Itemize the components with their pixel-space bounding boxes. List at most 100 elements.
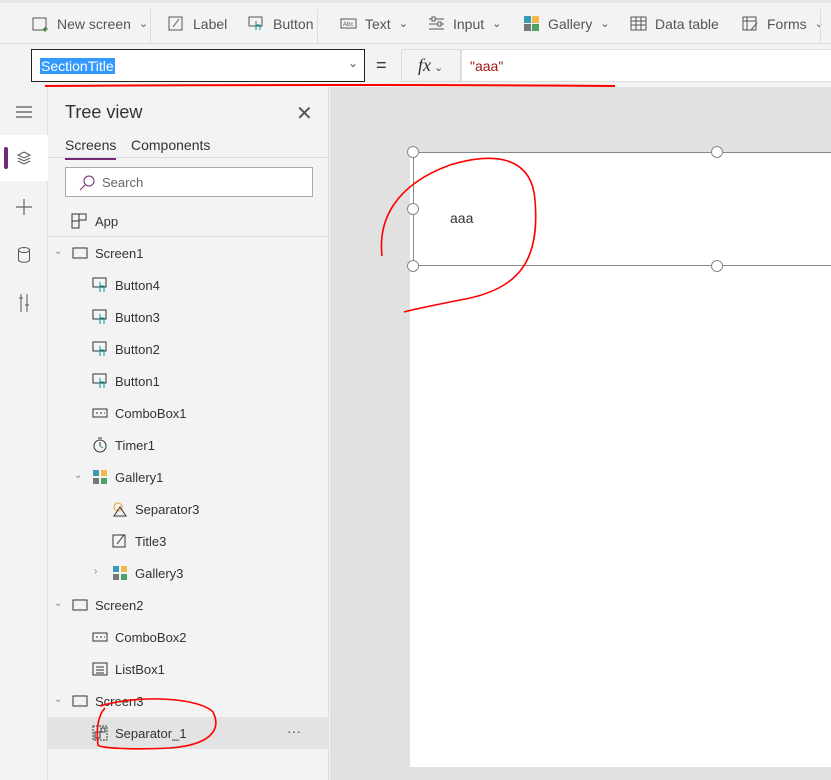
tree-item-timer1[interactable]: Timer1 <box>48 429 329 461</box>
tree-item-label: ListBox1 <box>115 662 165 677</box>
resize-handle[interactable] <box>407 146 419 158</box>
search-input[interactable]: Search <box>65 167 313 197</box>
combobox-icon <box>92 632 108 642</box>
insert-plus-icon[interactable] <box>0 184 48 230</box>
ribbon-label: Forms <box>767 15 807 32</box>
data-cylinder-icon[interactable] <box>0 232 48 278</box>
svg-text:Abc: Abc <box>343 22 353 28</box>
button-icon <box>248 15 265 32</box>
screen-icon <box>72 695 88 707</box>
tree-item-label: Title3 <box>135 534 167 549</box>
button-icon <box>92 277 107 292</box>
tree-item-label: Screen1 <box>95 246 144 261</box>
fx-icon: fx <box>418 55 431 75</box>
tree-item-button1[interactable]: Button1 <box>48 365 329 397</box>
combobox-icon <box>92 408 108 418</box>
fx-button[interactable]: fx ⌄ <box>401 49 461 82</box>
ribbon-data-table-button[interactable]: Data table <box>630 15 719 32</box>
property-value: SectionTitle <box>40 58 115 74</box>
text-icon: Abc <box>340 15 357 32</box>
tree-item-gallery1[interactable]: ⌄ Gallery1 <box>48 461 329 493</box>
chevron-down-icon: ⌄ <box>347 56 358 70</box>
more-options-icon[interactable]: ··· <box>287 723 301 739</box>
ribbon-label: Input <box>453 15 485 32</box>
selected-label-control[interactable] <box>407 146 831 272</box>
chevron-down-icon: ⌄ <box>600 18 610 30</box>
advanced-tools-icon[interactable] <box>0 280 48 326</box>
tree-item-app[interactable]: App <box>48 205 329 237</box>
tree-item-separator_1[interactable]: Separator_1 ··· <box>48 717 329 749</box>
ribbon-new-screen-button[interactable]: New screen ⌄ <box>32 15 148 32</box>
tree-item-label: ComboBox2 <box>115 630 187 645</box>
tree-item-screen1[interactable]: ⌄ Screen1 <box>48 237 329 269</box>
chevron-down-icon[interactable]: ⌄ <box>54 246 62 257</box>
tree-item-label: Button2 <box>115 342 160 357</box>
chevron-down-icon: ⌄ <box>398 18 408 30</box>
ribbon-label: New screen <box>57 15 131 32</box>
ribbon-gallery-button[interactable]: Gallery ⌄ <box>523 15 610 32</box>
ribbon-text-button[interactable]: Abc Text ⌄ <box>340 15 408 32</box>
ribbon-input-button[interactable]: Input ⌄ <box>428 15 501 32</box>
ribbon-toolbar: New screen ⌄ Label Button Abc Text ⌄ Input ⌄ Gall… <box>0 0 831 44</box>
chevron-down-icon[interactable]: ⌄ <box>54 694 62 705</box>
tree-item-label: Separator3 <box>135 502 200 517</box>
gallery-icon <box>93 470 107 484</box>
tree-item-listbox1[interactable]: ListBox1 <box>48 653 329 685</box>
tree-item-button4[interactable]: Button4 <box>48 269 329 301</box>
search-placeholder: Search <box>102 175 144 190</box>
resize-handle[interactable] <box>407 203 419 215</box>
chevron-right-icon[interactable]: › <box>94 566 97 577</box>
new-screen-icon <box>32 15 49 32</box>
close-icon[interactable]: ✕ <box>296 101 313 126</box>
equals-sign: = <box>376 55 387 75</box>
tree-item-label: Separator_1 <box>115 726 187 741</box>
tab-components[interactable]: Components <box>131 137 210 158</box>
tree-item-title3[interactable]: Title3 <box>48 525 329 557</box>
data-table-icon <box>630 15 647 32</box>
resize-handle[interactable] <box>711 146 723 158</box>
tree-item-label: App <box>95 214 119 229</box>
tree-item-screen2[interactable]: ⌄ Screen2 <box>48 589 329 621</box>
formula-input[interactable]: "aaa" <box>461 49 831 82</box>
resize-handle[interactable] <box>711 260 723 272</box>
tree-view-panel: Tree view ✕ Screens Components Search Ap… <box>48 87 329 780</box>
label-icon <box>112 534 126 548</box>
tree-item-label: Gallery1 <box>115 470 164 485</box>
left-rail <box>0 87 48 780</box>
ribbon-button-button[interactable]: Button <box>248 15 313 32</box>
label-icon <box>168 15 185 32</box>
resize-handle[interactable] <box>407 260 419 272</box>
hamburger-menu-icon[interactable] <box>0 89 48 135</box>
chevron-down-icon: ⌄ <box>492 18 502 30</box>
ribbon-label: Data table <box>655 15 719 32</box>
tree-item-label: ComboBox1 <box>115 406 187 421</box>
ribbon-forms-button[interactable]: Forms⌄ <box>742 15 824 32</box>
gallery-icon <box>523 15 540 32</box>
chevron-down-icon[interactable]: ⌄ <box>74 470 82 481</box>
chevron-down-icon[interactable]: ⌄ <box>54 598 62 609</box>
tree-item-label: Button1 <box>115 374 160 389</box>
tree-item-gallery3[interactable]: › Gallery3 <box>48 557 329 589</box>
ribbon-label: Button <box>273 15 314 32</box>
button-icon <box>92 373 107 388</box>
tree-view-layers-icon[interactable] <box>0 135 48 181</box>
tree-item-label: Gallery3 <box>135 566 184 581</box>
tree-item-combobox1[interactable]: ComboBox1 <box>48 397 329 429</box>
tree-item-label: Button3 <box>115 310 160 325</box>
tree-item-combobox2[interactable]: ComboBox2 <box>48 621 329 653</box>
tree-item-separator3[interactable]: Separator3 <box>48 493 329 525</box>
property-dropdown[interactable]: SectionTitle ⌄ <box>31 49 365 82</box>
chevron-down-icon: ⌄ <box>138 18 149 30</box>
screen-icon <box>72 247 88 259</box>
search-icon <box>79 175 95 191</box>
screen-icon <box>72 599 88 611</box>
app-icon <box>71 213 87 229</box>
input-icon <box>428 15 445 32</box>
ribbon-label-button[interactable]: Label <box>168 15 227 32</box>
ribbon-label: Label <box>193 15 228 32</box>
tree-item-button2[interactable]: Button2 <box>48 333 329 365</box>
tree-item-screen3[interactable]: ⌄ Screen3 <box>48 685 329 717</box>
tree-item-label: Screen3 <box>95 694 144 709</box>
tree-item-label: Screen2 <box>95 598 144 613</box>
tree-item-button3[interactable]: Button3 <box>48 301 329 333</box>
